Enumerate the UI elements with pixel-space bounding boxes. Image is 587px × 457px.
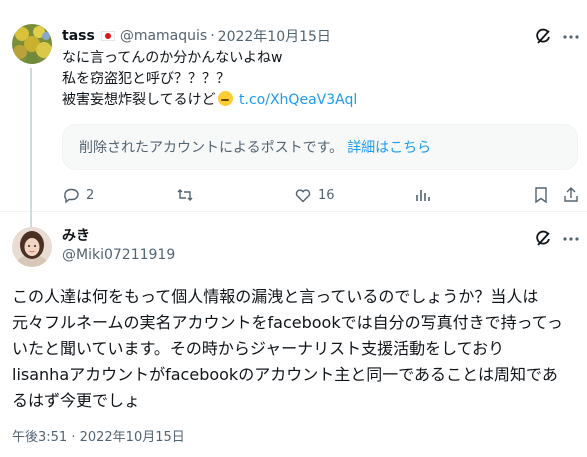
reply-line: るはず今更でしょ	[12, 391, 141, 410]
bookmark-icon	[535, 187, 547, 204]
reply-icon	[64, 188, 79, 204]
grok-icon[interactable]	[532, 228, 554, 250]
more-icon[interactable]	[560, 228, 582, 250]
share-icon	[564, 187, 578, 202]
reply-count: 2	[86, 187, 95, 203]
deleted-quote-box: 削除されたアカウントによるポストです。 詳細はこちら	[62, 124, 578, 170]
handle[interactable]: @Miki07211919	[62, 246, 175, 265]
tweet-line: 被害妄想炸裂してるけど t.co/XhQeaV3Aql	[62, 90, 562, 111]
avatar[interactable]	[12, 227, 52, 267]
reply-text: この人達は何をもって個人情報の漏洩と言っているのでしょうか？当人は 元々フルネー…	[12, 284, 578, 414]
tweet-line-text: 被害妄想炸裂してるけど	[62, 92, 216, 108]
details-link[interactable]: 詳細はこちら	[347, 137, 431, 157]
reply-timestamp[interactable]: 午後3:51 · 2022年10月15日	[12, 426, 185, 445]
tweet-text: なに言ってんのか分かんないよねw 私を窃盗犯と呼び？？？？ 被害妄想炸裂してるけ…	[62, 48, 562, 111]
like-icon	[295, 189, 311, 203]
like-button[interactable]: 16	[294, 184, 335, 206]
tweet-date[interactable]: 2022年10月15日	[218, 26, 331, 46]
reply-line: 元々フルネームの実名アカウントをfacebookでは自分の写真付きで持ってっ	[12, 313, 563, 332]
avatar[interactable]	[12, 24, 52, 64]
display-name[interactable]: みき	[62, 227, 175, 246]
reply-button[interactable]: 2	[62, 184, 94, 206]
bookmark-button[interactable]	[532, 184, 550, 206]
display-name[interactable]: tass	[62, 28, 95, 44]
tweet-link[interactable]: t.co/XhQeaV3Aql	[239, 92, 357, 108]
action-bar: 2 16	[62, 184, 578, 206]
reply-line: いたと聞いています。その時からジャーナリスト支援活動をしており	[12, 339, 505, 358]
reply-line: この人達は何をもって個人情報の漏洩と言っているのでしょうか？当人は	[12, 287, 539, 306]
tweet-line: 私を窃盗犯と呼び？？？？	[62, 71, 230, 87]
thread-line	[30, 68, 32, 228]
separator: ·	[210, 28, 215, 44]
tweet-line: なに言ってんのか分かんないよねw	[62, 50, 283, 66]
parent-tweet[interactable]: tass @mamaquis · 2022年10月15日 なに言ってんのか分かん…	[0, 0, 587, 228]
japan-flag-icon	[100, 31, 115, 41]
retweet-button[interactable]	[176, 184, 200, 206]
reply-line: lisanhaアカウントがfacebookのアカウント主と同一であることは周知で…	[12, 365, 558, 384]
views-icon	[416, 190, 430, 201]
retweet-icon	[177, 189, 193, 201]
more-icon[interactable]	[560, 26, 582, 48]
tweet-header: tass @mamaquis · 2022年10月15日	[62, 26, 331, 46]
like-count: 16	[318, 187, 335, 203]
handle[interactable]: @mamaquis	[120, 28, 207, 44]
views-button[interactable]	[414, 184, 432, 206]
deleted-post-text: 削除されたアカウントによるポストです。	[79, 140, 344, 156]
grimace-emoji-icon	[217, 91, 233, 106]
grok-icon[interactable]	[532, 26, 554, 48]
share-button[interactable]	[562, 184, 580, 206]
reply-header: みき @Miki07211919	[62, 227, 175, 265]
